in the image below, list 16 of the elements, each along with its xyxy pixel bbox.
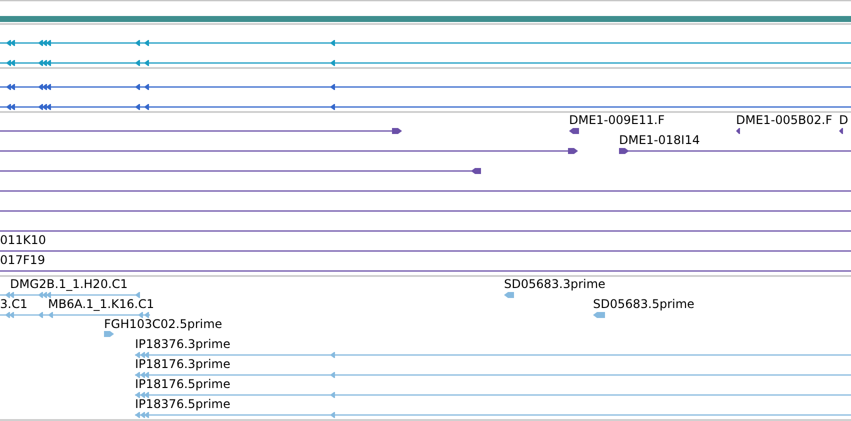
- feature-label: DME1-005B02.F: [736, 113, 832, 127]
- feature-label: DME1-018I14: [619, 133, 700, 147]
- feature-label: IP18176.3prime: [135, 357, 230, 371]
- feature-label: 017F19: [0, 253, 46, 267]
- feature-label: 3.C1: [0, 297, 28, 311]
- feature-label: 011K10: [0, 233, 46, 247]
- feature-label: IP18376.3prime: [135, 337, 230, 351]
- feature-label: SD05683.5prime: [593, 297, 694, 311]
- feature-label: SD05683.3prime: [504, 277, 606, 291]
- feature-label: FGH103C02.5prime: [104, 317, 222, 331]
- feature-label: D: [839, 113, 848, 127]
- feature-label: MB6A.1_1.K16.C1: [48, 297, 154, 311]
- feature-label: DME1-009E11.F: [569, 113, 665, 127]
- feature-label: IP18176.5prime: [135, 377, 230, 391]
- feature-label: IP18376.5prime: [135, 397, 230, 411]
- feature-label: DMG2B.1_1.H20.C1: [10, 277, 128, 291]
